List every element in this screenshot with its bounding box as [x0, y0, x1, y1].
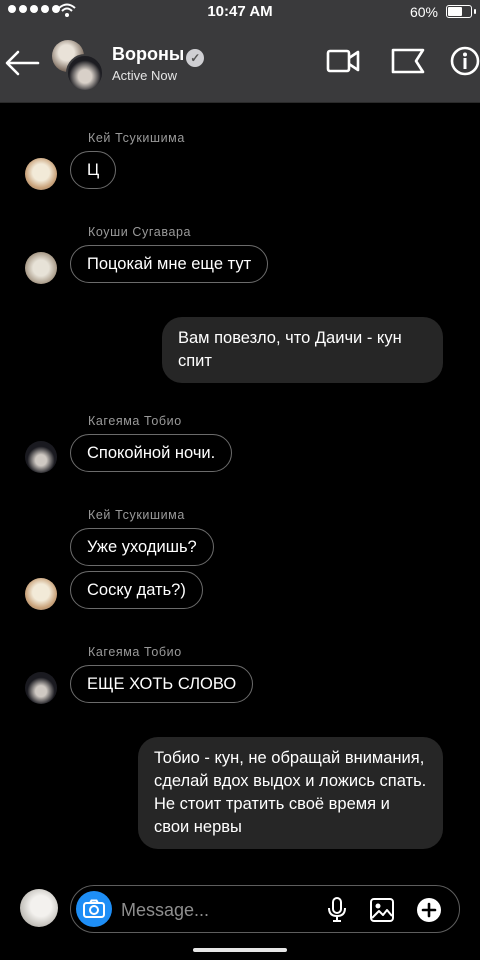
video-call-icon[interactable] [326, 46, 360, 76]
sender-name: Кей Тсукишима [88, 131, 185, 145]
user-avatar[interactable] [20, 889, 58, 927]
avatar[interactable] [25, 578, 57, 610]
sender-name: Кагеяма Тобио [88, 645, 182, 659]
sender-name: Коуши Сугавара [88, 225, 192, 239]
active-status: Active Now [112, 68, 178, 83]
chat-title[interactable]: Вороны ✓ [112, 44, 205, 67]
camera-button[interactable] [76, 891, 112, 927]
flag-icon[interactable] [390, 46, 426, 76]
status-bar: 10:47 AM 60% [0, 0, 480, 24]
avatar[interactable] [25, 441, 57, 473]
avatar[interactable] [25, 158, 57, 190]
message-bubble-incoming[interactable]: Соску дать?) [70, 571, 203, 609]
add-button[interactable] [417, 898, 441, 922]
message-bubble-outgoing[interactable]: Вам повезло, что Даичи - кун спит [162, 317, 443, 383]
gallery-icon[interactable] [369, 897, 395, 923]
plus-icon [421, 902, 437, 918]
chat-header: Вороны ✓ Active Now [0, 24, 480, 103]
message-input[interactable] [119, 894, 313, 926]
message-bubble-incoming[interactable]: ЕЩЕ ХОТЬ СЛОВО [70, 665, 254, 703]
group-avatar[interactable] [52, 40, 104, 92]
message-bubble-incoming[interactable]: Поцокай мне еще тут [70, 245, 269, 283]
message-bubble-incoming[interactable]: Уже уходишь? [70, 528, 214, 566]
sender-name: Кагеяма Тобио [88, 414, 182, 428]
battery-icon [446, 5, 476, 18]
avatar[interactable] [25, 672, 57, 704]
back-arrow-icon[interactable] [4, 48, 40, 78]
message-bubble-incoming[interactable]: Ц [70, 151, 117, 189]
message-composer [70, 885, 460, 933]
battery-percent: 60% [409, 4, 438, 20]
camera-icon [83, 899, 105, 918]
avatar[interactable] [25, 252, 57, 284]
message-bubble-outgoing[interactable]: Тобио - кун, не обращай внимания, сделай… [138, 737, 443, 849]
chat-title-text: Вороны [112, 44, 185, 64]
info-icon[interactable] [450, 46, 480, 76]
group-avatar-secondary [66, 54, 104, 92]
status-time: 10:47 AM [207, 3, 273, 20]
verified-badge-icon: ✓ [186, 49, 205, 67]
message-bubble-incoming[interactable]: Спокойной ночи. [70, 434, 233, 472]
sender-name: Кей Тсукишима [88, 508, 185, 522]
home-indicator [193, 948, 287, 952]
microphone-icon[interactable] [327, 897, 347, 923]
